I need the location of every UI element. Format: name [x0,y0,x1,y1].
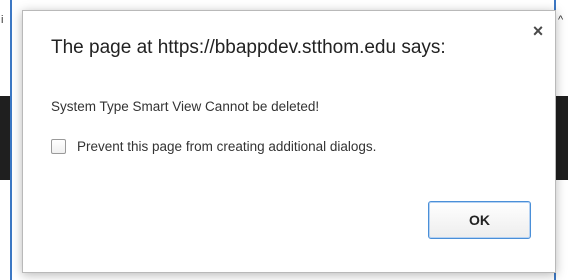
checkbox-icon[interactable] [51,138,66,154]
alert-dialog: The page at https://bbappdev.stthom.edu … [22,10,556,273]
background-mark-right: ^ [558,14,564,26]
background-page-left: i [0,0,12,280]
dialog-message: System Type Smart View Cannot be deleted… [51,99,320,114]
background-dark-band-right [554,96,568,180]
close-icon[interactable]: × [530,22,546,40]
prevent-dialogs-label: Prevent this page from creating addition… [77,138,377,154]
background-edge-line-left [10,0,12,280]
background-page-right: ^ [554,0,568,280]
ok-button[interactable]: OK [428,201,531,239]
dialog-title: The page at https://bbappdev.stthom.edu … [51,37,446,58]
background-mark-left: i [1,14,4,26]
prevent-dialogs-option[interactable]: Prevent this page from creating addition… [51,136,376,156]
background-dark-band-left [0,96,10,180]
